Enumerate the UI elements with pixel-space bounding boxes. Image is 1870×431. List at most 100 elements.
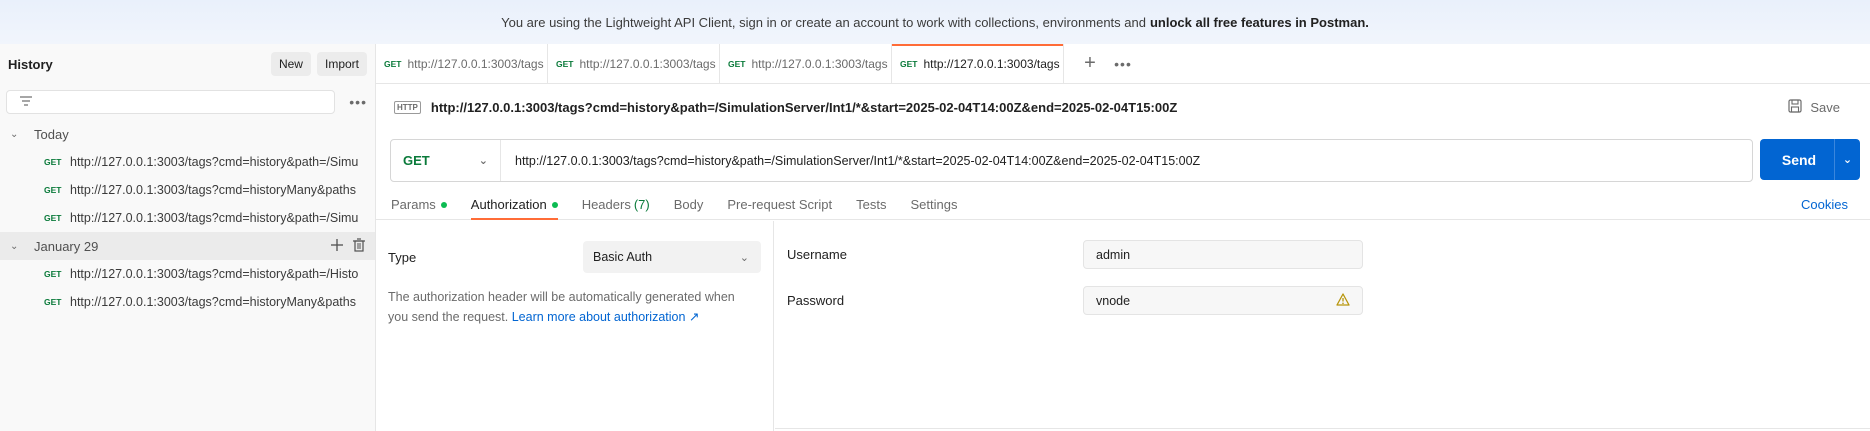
- request-tabs: GET http://127.0.0.1:3003/tags GET http:…: [376, 44, 1870, 84]
- method-badge: GET: [384, 58, 402, 69]
- history-item[interactable]: GET http://127.0.0.1:3003/tags?cmd=histo…: [0, 288, 375, 316]
- method-badge: GET: [44, 157, 62, 167]
- auth-type-value: Basic Auth: [593, 250, 653, 264]
- history-item-url: http://127.0.0.1:3003/tags?cmd=historyMa…: [70, 295, 356, 309]
- send-button[interactable]: Send ⌄: [1760, 139, 1860, 180]
- save-label: Save: [1810, 99, 1840, 115]
- tab-headers-label: Headers: [581, 197, 631, 212]
- filter-icon: [19, 95, 33, 110]
- history-sidebar: History New Import ••• ⌄ Today GET http:…: [0, 44, 376, 431]
- auth-fields-panel: Username admin Password vnode: [775, 221, 1870, 431]
- cookies-link[interactable]: Cookies: [1801, 190, 1848, 219]
- username-label: Username: [787, 247, 847, 262]
- status-dot: [440, 201, 447, 208]
- sidebar-header: History New Import: [0, 44, 375, 84]
- tab-label: http://127.0.0.1:3003/tags: [579, 56, 716, 71]
- history-item[interactable]: GET http://127.0.0.1:3003/tags?cmd=histo…: [0, 260, 375, 288]
- method-badge: GET: [44, 213, 62, 223]
- send-label: Send: [1781, 151, 1817, 168]
- tab-tests[interactable]: Tests: [856, 190, 886, 219]
- learn-more-link[interactable]: Learn more about authorization ↗: [512, 310, 700, 324]
- chevron-down-icon: ⌄: [10, 240, 19, 252]
- history-item-url: http://127.0.0.1:3003/tags?cmd=history&p…: [70, 155, 359, 169]
- request-tab[interactable]: GET http://127.0.0.1:3003/tags: [548, 44, 720, 83]
- password-row: Password vnode: [787, 286, 1363, 315]
- username-value: admin: [1096, 247, 1131, 262]
- tab-headers[interactable]: Headers (7): [582, 190, 650, 219]
- method-value: GET: [403, 153, 430, 168]
- tab-prerequest-label: Pre-request Script: [727, 197, 833, 212]
- divider: [775, 428, 1870, 429]
- sidebar-title: History: [8, 56, 53, 72]
- request-title[interactable]: http://127.0.0.1:3003/tags?cmd=history&p…: [431, 100, 1177, 115]
- send-options-chevron-icon[interactable]: ⌄: [1834, 139, 1860, 180]
- request-subtabs: Params Authorization Headers (7) Body Pr…: [376, 190, 1870, 220]
- tab-params-label: Params: [391, 197, 436, 212]
- method-badge: GET: [44, 185, 62, 195]
- url-bar: GET ⌄ http://127.0.0.1:3003/tags?cmd=his…: [390, 139, 1860, 182]
- chevron-down-icon: ⌄: [739, 251, 749, 264]
- trash-icon[interactable]: [353, 237, 365, 255]
- new-button[interactable]: New: [270, 52, 311, 76]
- tab-body-label: Body: [673, 197, 704, 212]
- method-badge: GET: [44, 297, 62, 307]
- tab-authorization-label: Authorization: [470, 197, 547, 212]
- history-item-url: http://127.0.0.1:3003/tags?cmd=history&p…: [70, 267, 359, 281]
- history-item[interactable]: GET http://127.0.0.1:3003/tags?cmd=histo…: [0, 204, 375, 232]
- import-button[interactable]: Import: [316, 52, 367, 76]
- tab-tests-label: Tests: [856, 197, 887, 212]
- history-group-today[interactable]: ⌄ Today: [0, 120, 375, 148]
- tab-label: http://127.0.0.1:3003/tags: [923, 56, 1060, 71]
- history-item[interactable]: GET http://127.0.0.1:3003/tags?cmd=histo…: [0, 148, 375, 176]
- banner-link[interactable]: unlock all free features in Postman.: [1150, 15, 1369, 30]
- banner-text: You are using the Lightweight API Client…: [501, 14, 1146, 30]
- warning-icon[interactable]: [1336, 293, 1350, 309]
- search-input[interactable]: [6, 90, 336, 114]
- headers-count: (7): [633, 197, 650, 212]
- auth-type-row: Type Basic Auth ⌄: [388, 241, 773, 273]
- tab-label: http://127.0.0.1:3003/tags: [751, 56, 888, 71]
- more-tabs-icon[interactable]: •••: [1108, 44, 1138, 83]
- url-input[interactable]: http://127.0.0.1:3003/tags?cmd=history&p…: [501, 154, 1200, 168]
- auth-type-label: Type: [388, 249, 417, 265]
- request-header: HTTP http://127.0.0.1:3003/tags?cmd=hist…: [376, 84, 1870, 130]
- request-tab-active[interactable]: GET http://127.0.0.1:3003/tags: [892, 44, 1064, 83]
- history-item-url: http://127.0.0.1:3003/tags?cmd=historyMa…: [70, 183, 356, 197]
- password-label: Password: [787, 293, 845, 308]
- tab-params[interactable]: Params: [391, 190, 447, 219]
- status-dot: [551, 201, 558, 208]
- url-box: GET ⌄ http://127.0.0.1:3003/tags?cmd=his…: [390, 139, 1753, 182]
- history-item[interactable]: GET http://127.0.0.1:3003/tags?cmd=histo…: [0, 176, 375, 204]
- tab-label: http://127.0.0.1:3003/tags: [407, 56, 544, 71]
- plus-icon[interactable]: [331, 238, 343, 254]
- tab-settings-label: Settings: [910, 197, 958, 212]
- username-row: Username admin: [787, 240, 1363, 269]
- tab-prerequest-script[interactable]: Pre-request Script: [727, 190, 832, 219]
- tab-body[interactable]: Body: [674, 190, 704, 219]
- signin-banner: You are using the Lightweight API Client…: [0, 0, 1870, 44]
- chevron-down-icon: ⌄: [478, 155, 488, 167]
- auth-description: The authorization header will be automat…: [388, 287, 758, 327]
- request-tab[interactable]: GET http://127.0.0.1:3003/tags: [720, 44, 892, 83]
- save-button[interactable]: Save: [1788, 98, 1840, 116]
- request-tab[interactable]: GET http://127.0.0.1:3003/tags: [376, 44, 548, 83]
- group-label: Today: [34, 126, 69, 142]
- more-options-icon[interactable]: •••: [349, 94, 367, 110]
- auth-type-panel: Type Basic Auth ⌄ The authorization head…: [376, 221, 774, 431]
- history-group-january-29[interactable]: ⌄ January 29: [0, 232, 375, 260]
- method-badge: GET: [728, 58, 746, 69]
- auth-type-select[interactable]: Basic Auth ⌄: [583, 241, 761, 273]
- method-select[interactable]: GET ⌄: [391, 140, 501, 181]
- save-icon: [1788, 98, 1802, 116]
- tab-settings[interactable]: Settings: [910, 190, 957, 219]
- group-actions: [331, 237, 365, 255]
- http-icon: HTTP: [394, 100, 421, 114]
- username-field[interactable]: admin: [1083, 240, 1363, 269]
- group-label: January 29: [34, 238, 99, 254]
- tab-authorization[interactable]: Authorization: [470, 190, 558, 220]
- password-field[interactable]: vnode: [1083, 286, 1363, 315]
- method-badge: GET: [44, 269, 62, 279]
- filter-row: •••: [0, 84, 375, 120]
- new-tab-icon[interactable]: +: [1072, 44, 1108, 83]
- password-value: vnode: [1096, 293, 1131, 308]
